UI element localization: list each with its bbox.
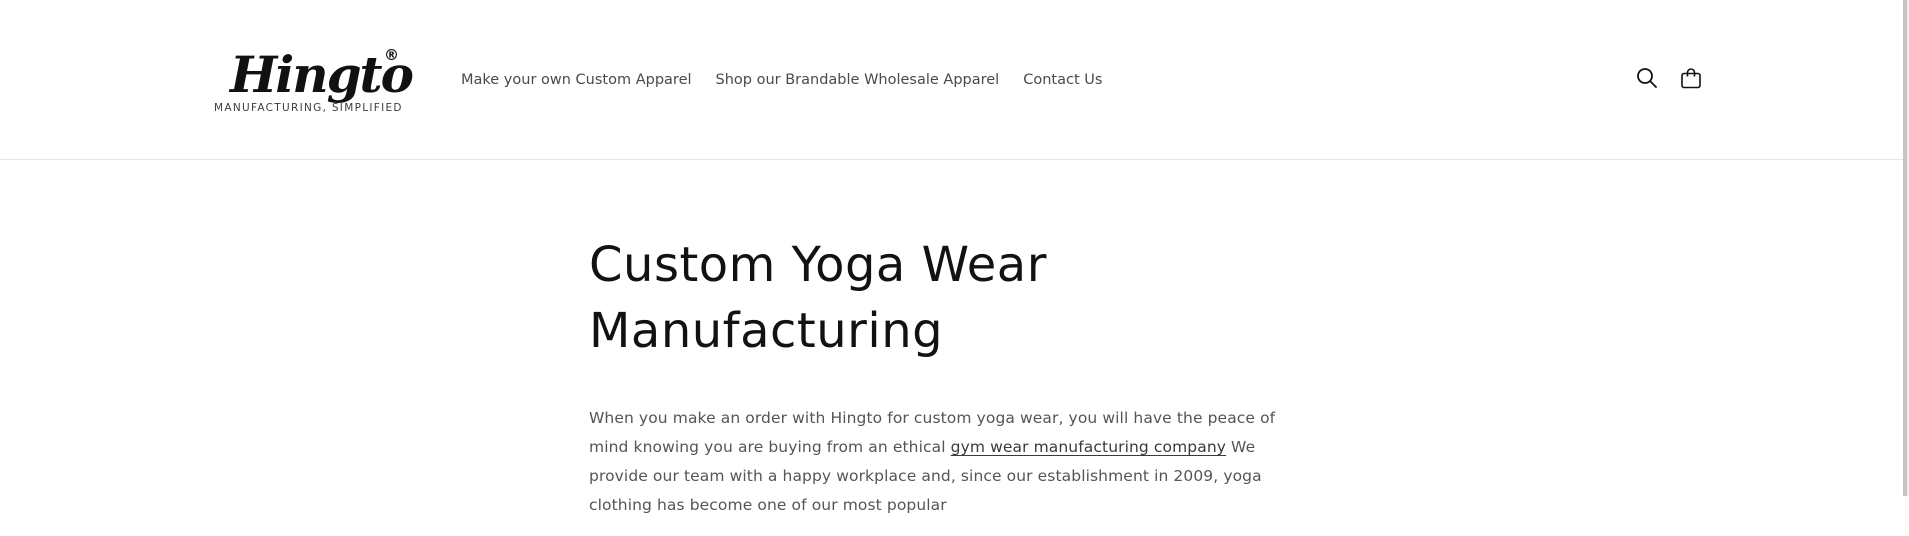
nav-wholesale-apparel[interactable]: Shop our Brandable Wholesale Apparel bbox=[716, 70, 1000, 90]
main-content: Custom Yoga Wear Manufacturing When you … bbox=[589, 232, 1319, 536]
page-title: Custom Yoga Wear Manufacturing bbox=[589, 237, 1047, 359]
nav-custom-apparel[interactable]: Make your own Custom Apparel bbox=[461, 70, 692, 90]
gym-wear-manufacturing-link[interactable]: gym wear manufacturing company bbox=[951, 438, 1226, 456]
scrollbar-thumb[interactable] bbox=[1903, 0, 1907, 496]
site-header: Hingto ® MANUFACTURING, SIMPLIFIED Make … bbox=[0, 0, 1909, 160]
nav-contact-us[interactable]: Contact Us bbox=[1023, 70, 1102, 90]
page-scrollbar[interactable] bbox=[1903, 0, 1909, 496]
intro-paragraph: When you make an order with Hingto for c… bbox=[589, 404, 1319, 520]
registered-mark: ® bbox=[384, 46, 399, 64]
main-nav: Make your own Custom Apparel Shop our Br… bbox=[461, 70, 1126, 90]
cart-icon bbox=[1681, 68, 1701, 89]
cart-button[interactable] bbox=[1677, 64, 1705, 92]
logo[interactable]: Hingto ® MANUFACTURING, SIMPLIFIED bbox=[214, 44, 414, 118]
search-icon bbox=[1637, 68, 1657, 88]
logo-tagline: MANUFACTURING, SIMPLIFIED bbox=[214, 102, 403, 114]
search-button[interactable] bbox=[1633, 64, 1661, 92]
